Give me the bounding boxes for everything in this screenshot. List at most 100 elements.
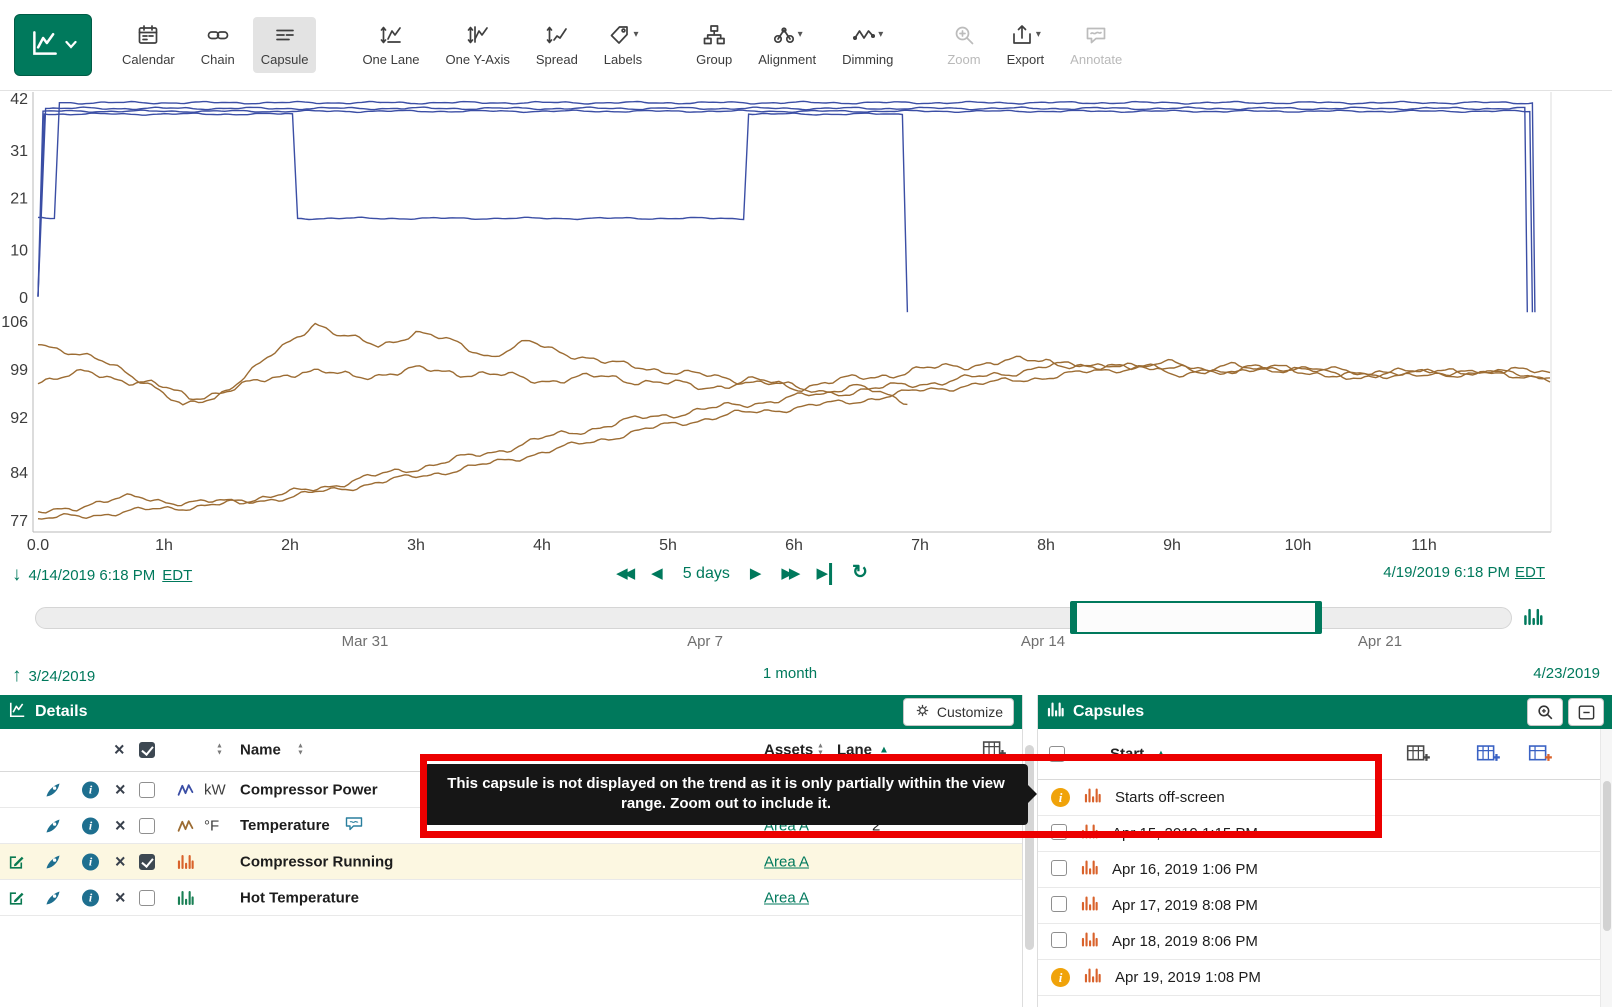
overview-selected-region[interactable] bbox=[1070, 601, 1322, 634]
sort-assets-icon[interactable] bbox=[817, 744, 824, 757]
step-forward-half-icon[interactable] bbox=[750, 563, 762, 585]
info-icon[interactable]: i bbox=[82, 817, 99, 834]
item-name: Compressor Power bbox=[240, 781, 378, 798]
asset-link[interactable]: Area A bbox=[764, 889, 809, 906]
caret-down-icon: ▾ bbox=[633, 23, 638, 47]
column-header-lane[interactable]: Lane bbox=[837, 742, 872, 759]
investigate-start-arrow-icon bbox=[12, 665, 22, 688]
capsule-icon bbox=[1083, 966, 1102, 989]
timezone-link[interactable]: EDT bbox=[162, 567, 192, 584]
group-icon bbox=[702, 23, 726, 49]
edit-icon[interactable] bbox=[8, 853, 25, 870]
remove-icon[interactable]: × bbox=[115, 815, 126, 836]
warning-info-icon[interactable]: i bbox=[1051, 788, 1070, 807]
remove-icon[interactable]: × bbox=[115, 887, 126, 908]
item-name: Hot Temperature bbox=[240, 889, 359, 906]
comment-icon[interactable] bbox=[345, 816, 363, 836]
rocket-icon[interactable] bbox=[44, 781, 62, 799]
sort-name-icon[interactable] bbox=[297, 744, 304, 757]
x-axis-tick: 6h bbox=[785, 537, 803, 554]
trend-series-temperature-0 bbox=[38, 356, 1550, 399]
remove-icon[interactable]: × bbox=[115, 851, 126, 872]
collapse-panel-button[interactable] bbox=[1568, 698, 1604, 726]
select-all-checkbox[interactable] bbox=[139, 742, 155, 758]
remove-icon[interactable]: × bbox=[115, 779, 126, 800]
chain-icon bbox=[206, 23, 230, 49]
row-checkbox[interactable] bbox=[139, 782, 155, 798]
capsule-row-2: Apr 16, 2019 1:06 PM bbox=[1038, 852, 1612, 888]
capsule-start-value: Apr 17, 2019 8:08 PM bbox=[1112, 897, 1258, 914]
rocket-icon[interactable] bbox=[44, 817, 62, 835]
details-panel-header: Details Customize bbox=[0, 695, 1022, 729]
rocket-icon[interactable] bbox=[44, 853, 62, 871]
customize-button[interactable]: Customize bbox=[903, 698, 1014, 726]
capsules-select-all-checkbox[interactable] bbox=[1049, 746, 1065, 762]
info-icon[interactable]: i bbox=[82, 853, 99, 870]
capsule-offscreen-tooltip: This capsule is not displayed on the tre… bbox=[424, 764, 1028, 825]
sort-lane-asc-icon[interactable]: ▲ bbox=[879, 745, 889, 756]
x-glyph: × bbox=[115, 815, 126, 836]
asset-link[interactable]: Area A bbox=[764, 853, 809, 870]
toolbar-one-y-axis-button[interactable]: One Y-Axis bbox=[438, 17, 518, 73]
sort-type-icon[interactable] bbox=[216, 744, 223, 757]
x-axis-tick: 1h bbox=[155, 537, 173, 554]
y-axis-tick-compressor-power: 10 bbox=[10, 243, 28, 260]
capsule-checkbox[interactable] bbox=[1051, 932, 1067, 952]
display-range-duration[interactable]: 5 days bbox=[683, 565, 730, 583]
toolbar-spread-button[interactable]: Spread bbox=[528, 17, 586, 73]
step-to-end-icon[interactable] bbox=[816, 563, 832, 585]
sort-start-asc-icon[interactable]: ▲ bbox=[1156, 749, 1166, 760]
auto-update-icon[interactable] bbox=[852, 562, 868, 585]
column-header-assets[interactable]: Assets bbox=[764, 742, 813, 759]
worksheet-view-selector-button[interactable] bbox=[14, 14, 92, 76]
row-checkbox[interactable] bbox=[139, 854, 155, 870]
toolbar-one-lane-button[interactable]: One Lane bbox=[354, 17, 427, 73]
toolbar-capsule-button[interactable]: Capsule bbox=[253, 17, 317, 73]
row-checkbox[interactable] bbox=[139, 890, 155, 906]
toolbar-zoom-button[interactable]: Zoom bbox=[939, 17, 988, 73]
column-header-start[interactable]: Start bbox=[1110, 746, 1144, 763]
capsule-checkbox[interactable] bbox=[1051, 860, 1067, 880]
warning-info-icon[interactable]: i bbox=[1051, 968, 1070, 987]
capsule-checkbox[interactable] bbox=[1051, 896, 1067, 916]
rocket-icon[interactable] bbox=[44, 889, 62, 907]
display-range-end: 4/19/2019 6:18 PM bbox=[1383, 564, 1510, 581]
timebar-capsule-icon[interactable] bbox=[1522, 606, 1544, 633]
step-back-half-icon[interactable] bbox=[651, 563, 663, 585]
capsule-checkbox[interactable] bbox=[1051, 824, 1067, 844]
display-range-start: 4/14/2019 6:18 PM bbox=[29, 567, 156, 584]
row-checkbox[interactable] bbox=[139, 818, 155, 834]
zoom-to-capsule-button[interactable] bbox=[1527, 698, 1563, 726]
condition-icon bbox=[176, 888, 195, 907]
edit-icon[interactable] bbox=[8, 889, 25, 906]
toolbar-dimming-button[interactable]: ▾Dimming bbox=[834, 17, 901, 73]
capsules-panel: Capsules Start ▲ iStarts off-screenApr 1… bbox=[1037, 695, 1612, 1007]
toolbar-export-button[interactable]: ▾Export bbox=[999, 17, 1053, 73]
add-stats-column-icon[interactable] bbox=[1476, 744, 1501, 765]
calendar-icon bbox=[136, 23, 160, 49]
step-back-full-icon[interactable] bbox=[616, 563, 631, 585]
toolbar-chain-button[interactable]: Chain bbox=[193, 17, 243, 73]
x-axis-tick: 5h bbox=[659, 537, 677, 554]
toolbar-labels-button[interactable]: ▾Labels bbox=[596, 17, 650, 73]
investigate-range-end: 4/23/2019 bbox=[1533, 665, 1600, 682]
add-column-icon[interactable] bbox=[982, 740, 1007, 761]
remove-all-icon[interactable]: × bbox=[114, 740, 125, 761]
info-icon[interactable]: i bbox=[82, 781, 99, 798]
info-icon[interactable]: i bbox=[82, 889, 99, 906]
trend-chart[interactable]: 423121100106999284770.01h2h3h4h5h6h7h8h9… bbox=[0, 90, 1612, 560]
capsules-scrollbar[interactable] bbox=[1600, 729, 1612, 1007]
capsule-icon bbox=[1080, 930, 1099, 953]
toolbar-alignment-button[interactable]: ▾Alignment bbox=[750, 17, 824, 73]
toolbar-annotate-button[interactable]: Annotate bbox=[1062, 17, 1130, 73]
step-forward-full-icon[interactable] bbox=[781, 563, 796, 585]
column-header-name[interactable]: Name bbox=[240, 742, 281, 759]
toolbar-calendar-button[interactable]: Calendar bbox=[114, 17, 183, 73]
toolbar-group-button[interactable]: Group bbox=[688, 17, 740, 73]
timezone-link-end[interactable]: EDT bbox=[1515, 564, 1545, 581]
add-property-column-icon[interactable] bbox=[1528, 744, 1553, 765]
investigate-range-duration[interactable]: 1 month bbox=[763, 665, 817, 682]
caret-down-icon: ▾ bbox=[878, 23, 883, 47]
unit-label: kW bbox=[204, 781, 226, 798]
add-start-column-icon[interactable] bbox=[1406, 744, 1431, 765]
